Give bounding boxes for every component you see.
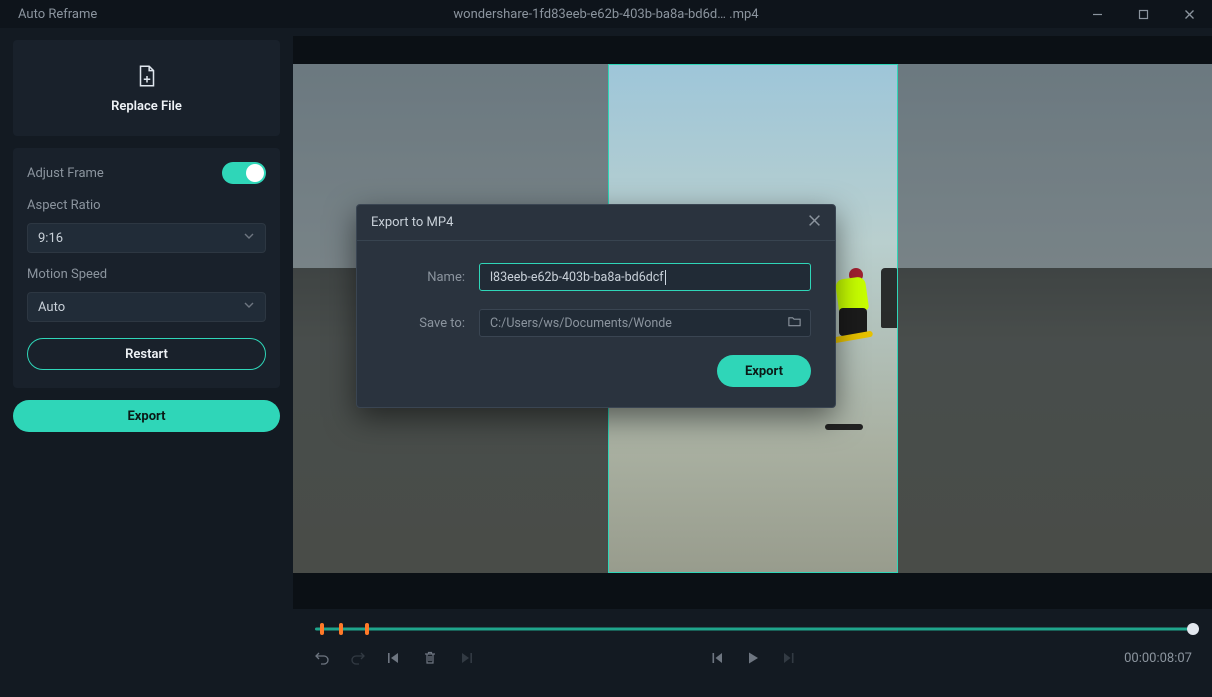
motion-speed-label: Motion Speed bbox=[27, 267, 266, 282]
window-controls bbox=[1074, 0, 1212, 28]
text-caret bbox=[665, 270, 666, 285]
name-value: l83eeb-e62b-403b-ba8a-bd6dcf bbox=[490, 270, 664, 285]
chevron-down-icon bbox=[243, 230, 255, 246]
chevron-down-icon bbox=[243, 299, 255, 315]
delete-button[interactable] bbox=[421, 649, 439, 667]
export-label: Export bbox=[127, 409, 165, 424]
motion-speed-value: Auto bbox=[38, 300, 65, 315]
export-dialog: Export to MP4 Name: l83eeb-e62b-403b-ba8… bbox=[356, 204, 836, 408]
name-input[interactable]: l83eeb-e62b-403b-ba8a-bd6dcf bbox=[479, 263, 811, 291]
timeline-track[interactable] bbox=[311, 617, 1194, 641]
maximize-button[interactable] bbox=[1120, 0, 1166, 28]
save-to-label: Save to: bbox=[381, 316, 465, 331]
aspect-ratio-select[interactable]: 9:16 bbox=[27, 223, 266, 253]
settings-panel: Adjust Frame Aspect Ratio 9:16 Motion Sp… bbox=[13, 148, 280, 388]
open-file-name: wondershare-1fd83eeb-e62b-403b-ba8a-bd6d… bbox=[453, 7, 758, 22]
adjust-frame-toggle[interactable] bbox=[222, 162, 266, 184]
timeline-marker[interactable] bbox=[320, 623, 324, 635]
dialog-close-button[interactable] bbox=[808, 214, 821, 231]
dialog-export-label: Export bbox=[745, 364, 783, 379]
aspect-ratio-value: 9:16 bbox=[38, 231, 63, 246]
preview-blur-right bbox=[898, 64, 1212, 573]
goto-start-button[interactable] bbox=[385, 649, 403, 667]
save-to-value: C:/Users/ws/Documents/Wonde bbox=[490, 316, 672, 331]
adjust-frame-label: Adjust Frame bbox=[27, 166, 104, 181]
motion-speed-select[interactable]: Auto bbox=[27, 292, 266, 322]
dialog-header[interactable]: Export to MP4 bbox=[357, 205, 835, 241]
export-button[interactable]: Export bbox=[13, 400, 280, 432]
next-frame-button[interactable] bbox=[780, 649, 798, 667]
track-line bbox=[315, 628, 1190, 631]
timeline-marker[interactable] bbox=[365, 623, 369, 635]
replace-file-icon bbox=[134, 63, 160, 93]
restart-button[interactable]: Restart bbox=[27, 338, 266, 370]
name-label: Name: bbox=[381, 270, 465, 285]
timecode: 00:00:08:07 bbox=[1124, 651, 1192, 666]
skateboard-on-ground bbox=[825, 424, 863, 430]
playhead[interactable] bbox=[1187, 623, 1199, 635]
minimize-button[interactable] bbox=[1074, 0, 1120, 28]
undo-button[interactable] bbox=[313, 649, 331, 667]
save-to-input[interactable]: C:/Users/ws/Documents/Wonde bbox=[479, 309, 811, 337]
close-button[interactable] bbox=[1166, 0, 1212, 28]
titlebar: Auto Reframe wondershare-1fd83eeb-e62b-4… bbox=[0, 0, 1212, 28]
dialog-export-button[interactable]: Export bbox=[717, 355, 811, 387]
bystander bbox=[881, 268, 898, 328]
timeline-marker[interactable] bbox=[339, 623, 343, 635]
browse-folder-button[interactable] bbox=[787, 314, 802, 333]
dialog-title: Export to MP4 bbox=[371, 215, 453, 230]
restart-label: Restart bbox=[125, 347, 168, 362]
replace-file-label: Replace File bbox=[111, 99, 182, 114]
timeline: 00:00:08:07 bbox=[293, 609, 1212, 697]
prev-frame-button[interactable] bbox=[708, 649, 726, 667]
redo-button[interactable] bbox=[349, 649, 367, 667]
app-title: Auto Reframe bbox=[0, 7, 97, 22]
play-button[interactable] bbox=[744, 649, 762, 667]
aspect-ratio-label: Aspect Ratio bbox=[27, 198, 266, 213]
replace-file-button[interactable]: Replace File bbox=[13, 40, 280, 136]
goto-end-button[interactable] bbox=[457, 649, 475, 667]
sidebar: Replace File Adjust Frame Aspect Ratio 9… bbox=[0, 28, 293, 697]
